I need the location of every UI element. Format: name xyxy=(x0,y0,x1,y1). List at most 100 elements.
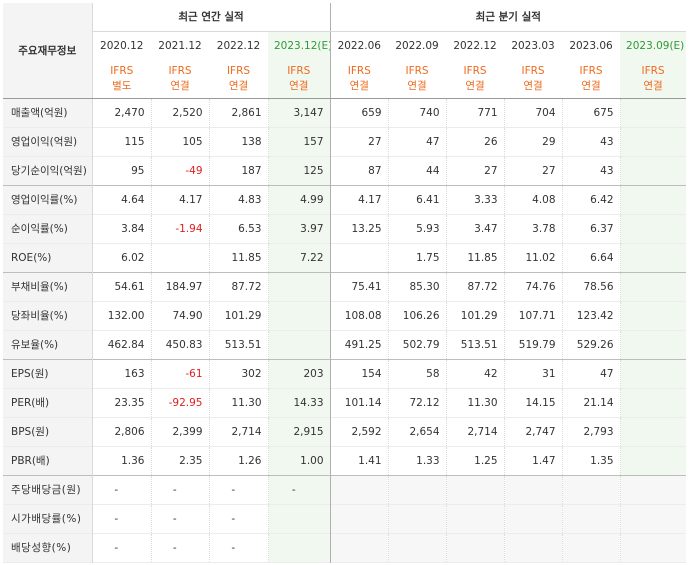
table-cell: 659 xyxy=(329,98,389,127)
table-cell: 513.51 xyxy=(445,330,505,359)
table-row: EPS(원) 163 -61 302 203 154 58 42 31 47 xyxy=(3,359,687,388)
table-cell: 529.26 xyxy=(561,330,621,359)
ifrs-label: IFRS xyxy=(521,64,545,77)
table-row: 당좌비율(%) 132.00 74.90 101.29 108.08 106.26 101.… xyxy=(3,301,687,330)
table-cell: 106.26 xyxy=(387,301,447,330)
table-cell: 740 xyxy=(387,98,447,127)
table-row: 시가배당률(%) - - - xyxy=(3,504,687,533)
table-cell: 75.41 xyxy=(329,272,389,301)
table-cell: 157 xyxy=(267,127,331,156)
ifrs-label: IFRS xyxy=(641,64,665,77)
table-cell xyxy=(619,504,687,533)
table-cell: 519.79 xyxy=(503,330,563,359)
table-row: 매출액(억원) 2,470 2,520 2,861 3,147 659 740 771 704 6… xyxy=(3,98,687,127)
table-cell: 2,747 xyxy=(503,417,563,446)
table-cell xyxy=(150,243,209,272)
table-row: PBR(배) 1.36 2.35 1.26 1.00 1.41 1.33 1.25 1.47 1.… xyxy=(3,446,687,475)
row-label: 유보율(%) xyxy=(3,330,93,359)
table-cell: 203 xyxy=(267,359,331,388)
table-cell xyxy=(619,156,687,185)
table-cell xyxy=(619,446,687,475)
accounting-standard: IFRS 연결 xyxy=(388,60,447,99)
consolidation-label: 연결 xyxy=(465,79,485,92)
table-cell: 6.37 xyxy=(561,214,621,243)
table-cell xyxy=(503,533,563,562)
table-cell: 43 xyxy=(561,156,621,185)
table-cell xyxy=(445,504,505,533)
accounting-standard: IFRS 연결 xyxy=(209,60,268,99)
ifrs-label: IFRS xyxy=(110,64,134,77)
table-cell xyxy=(329,475,389,504)
table-row: 유보율(%) 462.84 450.83 513.51 491.25 502.79 513.… xyxy=(3,330,687,359)
ifrs-label: IFRS xyxy=(347,64,371,77)
period-header: 2022.06 xyxy=(329,31,389,60)
table-cell: 43 xyxy=(561,127,621,156)
table-cell: 704 xyxy=(503,98,563,127)
table-cell: 13.25 xyxy=(329,214,389,243)
table-cell: -1.94 xyxy=(150,214,209,243)
table-cell: 2,592 xyxy=(329,417,389,446)
table-cell: 11.02 xyxy=(503,243,563,272)
table-cell: 184.97 xyxy=(150,272,209,301)
table-cell: 3.33 xyxy=(445,185,505,214)
row-label: 주당배당금(원) xyxy=(3,475,93,504)
table-cell: 1.33 xyxy=(387,446,447,475)
table-cell: 6.02 xyxy=(91,243,151,272)
table-cell xyxy=(561,475,621,504)
table-cell: 7.22 xyxy=(267,243,331,272)
table-cell: 87 xyxy=(329,156,389,185)
row-label: BPS(원) xyxy=(3,417,93,446)
table-cell: - xyxy=(150,533,209,562)
table-cell: 1.47 xyxy=(503,446,563,475)
table-cell: - xyxy=(208,475,268,504)
table-cell: 1.75 xyxy=(387,243,447,272)
accounting-standard: IFRS 연결 xyxy=(504,60,563,99)
table-cell: 1.00 xyxy=(267,446,331,475)
group-header-row: 주요재무정보 최근 연간 실적 최근 분기 실적 xyxy=(3,3,687,99)
table-cell: -61 xyxy=(150,359,209,388)
table-cell xyxy=(619,475,687,504)
row-label: 당기순이익(억원) xyxy=(3,156,93,185)
table-cell: 101.14 xyxy=(329,388,389,417)
table-cell: 3.97 xyxy=(267,214,331,243)
table-cell: 11.85 xyxy=(445,243,505,272)
table-cell: 85.30 xyxy=(387,272,447,301)
table-cell: 2,714 xyxy=(445,417,505,446)
row-label: 영업이익(억원) xyxy=(3,127,93,156)
period-header: 2022.12 xyxy=(453,39,497,52)
accounting-standard: IFRS 별도 xyxy=(92,60,151,99)
consolidation-label: 연결 xyxy=(289,79,309,92)
accounting-standard: IFRS 연결 xyxy=(620,60,687,99)
table-cell: 87.72 xyxy=(445,272,505,301)
table-cell xyxy=(619,359,687,388)
accounting-standard: IFRS 연결 xyxy=(268,60,331,99)
table-cell: 6.41 xyxy=(387,185,447,214)
consolidation-label: 연결 xyxy=(228,79,249,92)
table-cell xyxy=(561,533,621,562)
table-cell: 2,520 xyxy=(150,98,209,127)
row-label: PBR(배) xyxy=(3,446,93,475)
row-label: 순이익률(%) xyxy=(3,214,93,243)
table-cell xyxy=(267,504,331,533)
table-cell: 27 xyxy=(503,156,563,185)
table-cell: 4.17 xyxy=(150,185,209,214)
table-cell: 74.76 xyxy=(503,272,563,301)
consolidation-label: 연결 xyxy=(581,79,601,92)
table-cell: 54.61 xyxy=(91,272,151,301)
table-cell: 4.64 xyxy=(91,185,151,214)
table-cell: - xyxy=(91,533,151,562)
table-cell: 101.29 xyxy=(208,301,268,330)
table-cell: 163 xyxy=(91,359,151,388)
table-cell: 462.84 xyxy=(91,330,151,359)
table-cell xyxy=(561,504,621,533)
table-cell: 1.41 xyxy=(329,446,389,475)
table-row: 영업이익률(%) 4.64 4.17 4.83 4.99 4.17 6.41 3.33 4.08… xyxy=(3,185,687,214)
table-row: 순이익률(%) 3.84 -1.94 6.53 3.97 13.25 5.93 3.47 3.7… xyxy=(3,214,687,243)
table-cell: 2,714 xyxy=(208,417,268,446)
table-cell: 513.51 xyxy=(208,330,268,359)
table-cell: 125 xyxy=(267,156,331,185)
table-cell xyxy=(267,533,331,562)
table-cell: 187 xyxy=(208,156,268,185)
standard-header-row: IFRS 별도 IFRS 연결 IFRS 연결 IFRS 연결 IFRS 연결 IFRS 연결 IFRS… xyxy=(3,60,687,99)
table-cell: 101.29 xyxy=(445,301,505,330)
